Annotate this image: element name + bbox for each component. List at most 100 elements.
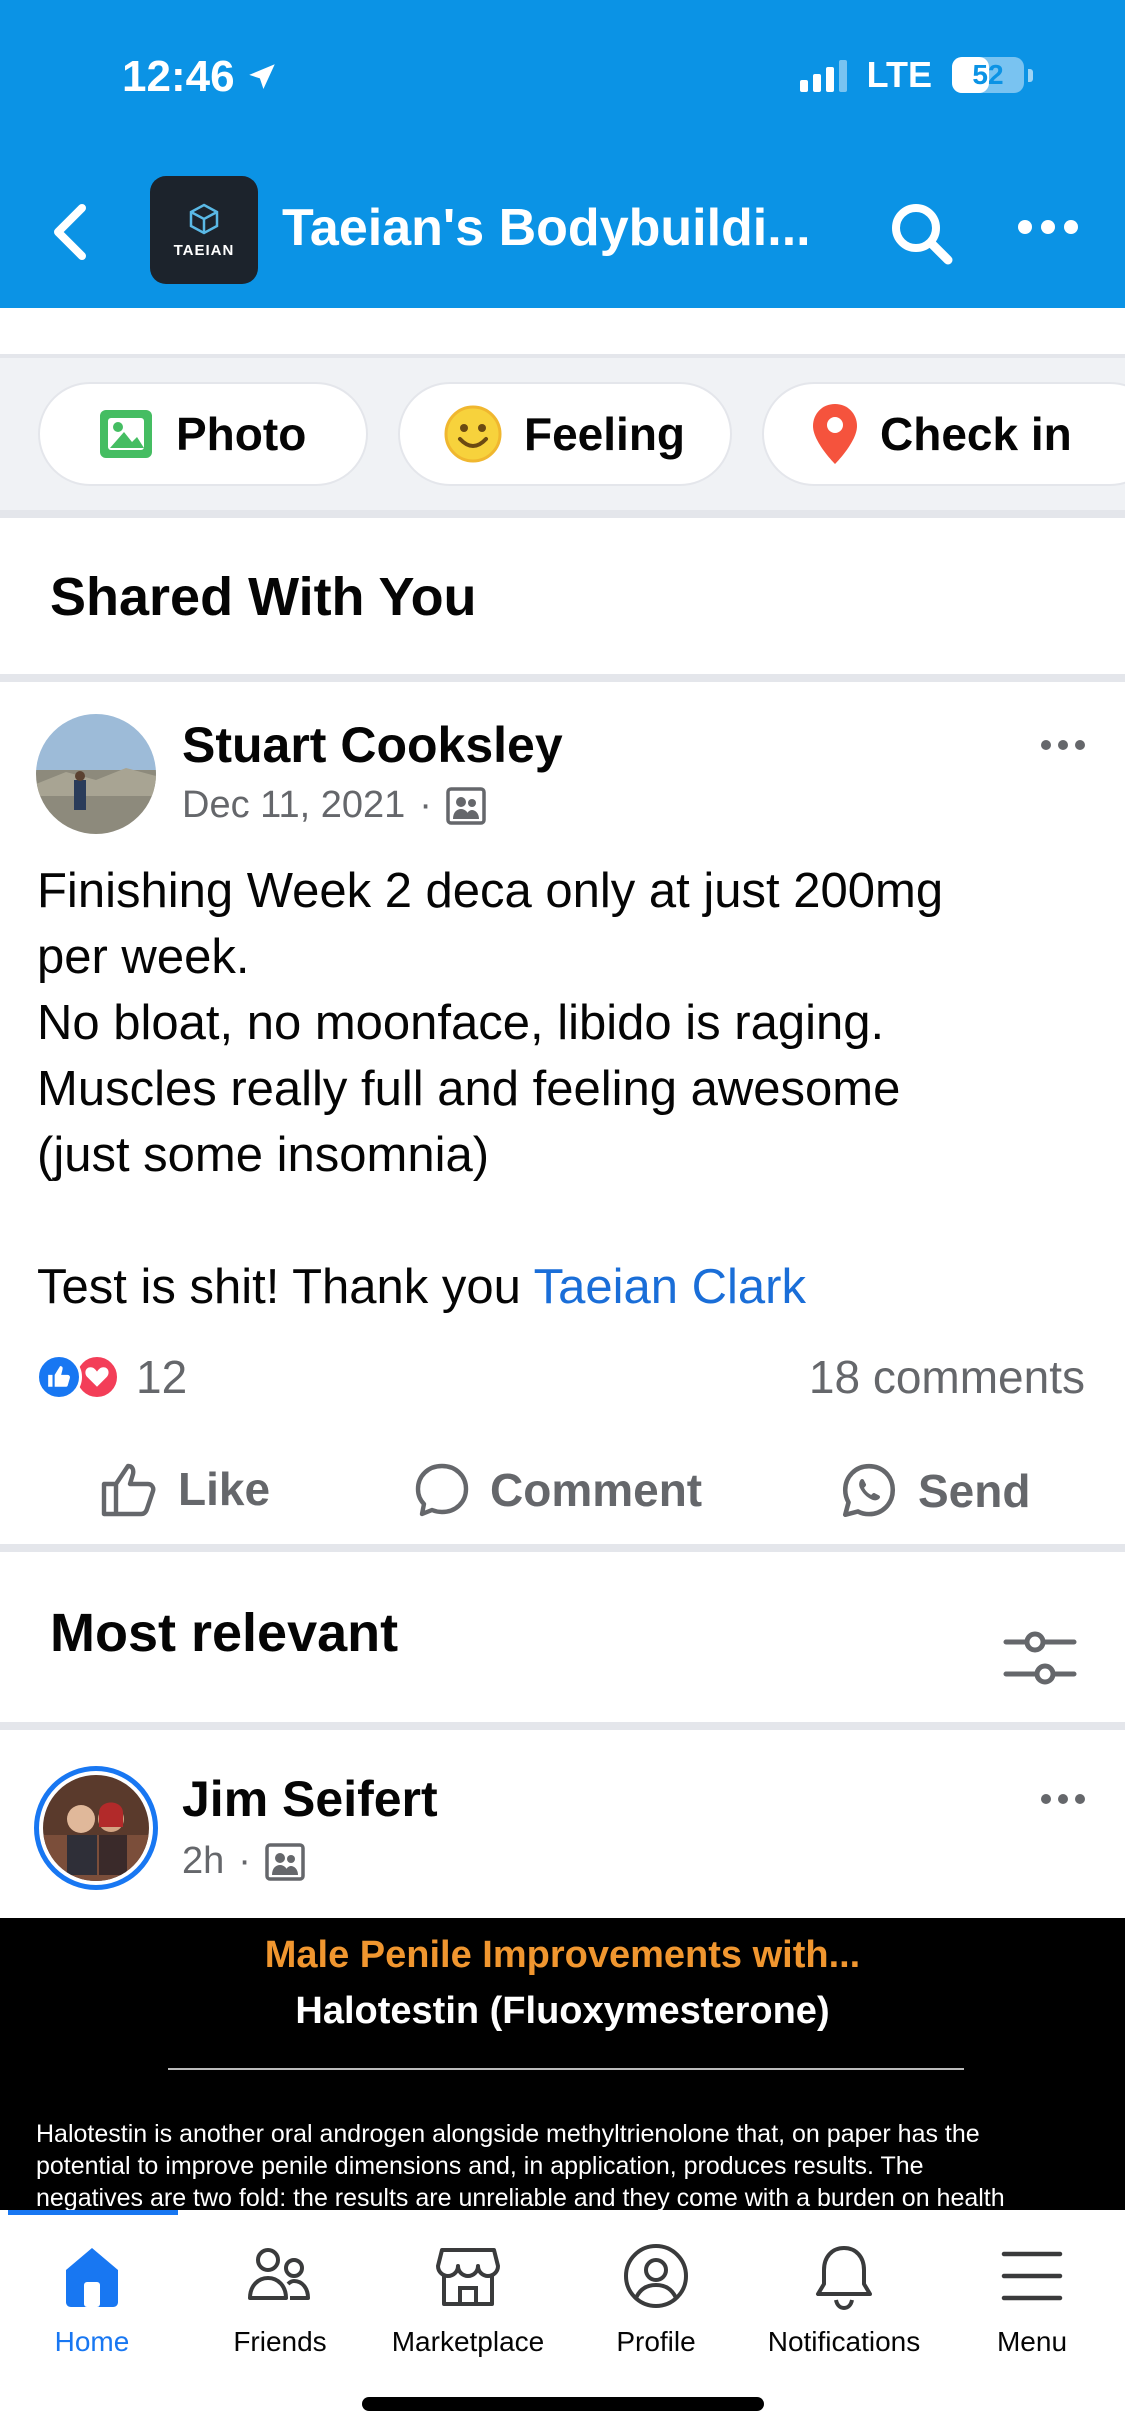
status-time: 12:46: [122, 52, 279, 102]
post-line: Muscles really full and feeling awesome: [37, 1062, 901, 1116]
group-logo-text: TAEIAN: [173, 241, 235, 259]
avatar[interactable]: [34, 1766, 158, 1890]
image-text-line: potential to improve penile dimensions a…: [36, 2152, 924, 2180]
group-logo[interactable]: TAEIAN: [150, 176, 258, 284]
tab-label: Notifications: [767, 2326, 921, 2357]
like-button[interactable]: Like: [100, 1460, 270, 1518]
attached-image[interactable]: Male Penile Improvements with... Halotes…: [0, 1918, 1125, 2210]
send-button[interactable]: Send: [838, 1460, 1030, 1522]
tab-notifications[interactable]: Notifications: [750, 2240, 938, 2358]
post-line: No bloat, no moonface, libido is raging.: [37, 996, 885, 1050]
feeling-label: Feeling: [524, 408, 686, 460]
home-icon: [66, 2248, 118, 2307]
tab-label: Friends: [233, 2326, 327, 2357]
reactions-summary[interactable]: 12: [36, 1350, 187, 1404]
comment-author[interactable]: Jim Seifert: [182, 1770, 438, 1828]
like-reaction-icon: [36, 1354, 82, 1400]
tab-menu[interactable]: Menu: [938, 2240, 1125, 2358]
comments-sort-title[interactable]: Most relevant: [50, 1602, 398, 1664]
comment-time[interactable]: 2h: [182, 1840, 224, 1883]
group-audience-icon: [446, 786, 486, 825]
hamburger-menu-icon: [1001, 2251, 1063, 2301]
network-label: LTE: [866, 54, 932, 95]
tab-marketplace[interactable]: Marketplace: [374, 2240, 562, 2358]
post-date[interactable]: Dec 11, 2021: [182, 784, 405, 827]
comments-count[interactable]: 18 comments: [809, 1350, 1085, 1404]
photo-icon: [100, 410, 152, 458]
tab-label: Menu: [996, 2326, 1068, 2357]
clock-text: 12:46: [122, 52, 235, 101]
comment-bubble-icon: [415, 1463, 469, 1517]
profile-icon: [624, 2244, 688, 2308]
comment-button[interactable]: Comment: [412, 1460, 702, 1520]
status-indicators: LTE 52: [799, 54, 1033, 96]
image-heading: Male Penile Improvements with...: [264, 1934, 861, 1976]
active-tab-indicator: [8, 2210, 178, 2215]
avatar-photo: [43, 1775, 149, 1881]
thumbs-up-icon: [101, 1463, 156, 1517]
bell-icon: [816, 2246, 872, 2311]
divider: [0, 674, 1125, 682]
photo-label: Photo: [176, 408, 307, 460]
divider: [0, 1722, 1125, 1730]
post-line-prefix: Test is shit! Thank you: [37, 1260, 534, 1314]
whatsapp-icon: [842, 1463, 896, 1518]
divider: [0, 510, 1125, 518]
post-line: per week.: [37, 930, 250, 984]
group-title[interactable]: Taeian's Bodybuildi...: [282, 198, 811, 258]
home-indicator[interactable]: [362, 2397, 764, 2411]
shared-section-title: Shared With You: [50, 567, 477, 627]
post-author[interactable]: Stuart Cooksley: [182, 716, 563, 774]
divider: [0, 1544, 1125, 1552]
image-body-text: Halotestin is another oral androgen alon…: [36, 2118, 1096, 2210]
post-more-icon[interactable]: [1041, 740, 1085, 750]
tab-label: Marketplace: [391, 2326, 545, 2357]
signal-icon: [799, 58, 847, 92]
like-label: Like: [178, 1463, 271, 1515]
comment-meta: 2h ·: [182, 1840, 305, 1883]
feeling-button[interactable]: Feeling: [398, 382, 732, 486]
tab-home[interactable]: Home: [0, 2240, 186, 2358]
avatar[interactable]: [36, 714, 156, 834]
meta-separator: ·: [419, 784, 432, 826]
image-subheading: Halotestin (Fluoxymesterone): [295, 1990, 830, 2032]
filter-sliders-icon[interactable]: [1002, 1630, 1078, 1686]
group-audience-icon: [265, 1842, 305, 1881]
search-icon[interactable]: [886, 198, 956, 268]
image-text-line: negatives are two fold: the results are …: [36, 2184, 1005, 2210]
previous-content-sliver: [0, 308, 1125, 354]
comment-label: Comment: [490, 1464, 703, 1516]
tab-label: Home: [54, 2326, 130, 2357]
battery-icon: 52: [952, 57, 1024, 93]
back-arrow-icon[interactable]: [46, 200, 96, 264]
avatar-photo: [36, 714, 156, 834]
cube-logo-icon: [189, 203, 219, 234]
battery-level: 52: [972, 59, 1004, 90]
image-divider: [168, 2068, 964, 2070]
location-pin-icon: [813, 404, 857, 464]
post-line: Finishing Week 2 deca only at just 200mg: [37, 864, 944, 918]
image-text-line: Halotestin is another oral androgen alon…: [36, 2120, 980, 2148]
tab-profile[interactable]: Profile: [562, 2240, 750, 2358]
comment-more-icon[interactable]: [1041, 1794, 1085, 1804]
tab-label: Profile: [616, 2326, 696, 2357]
marketplace-storefront-icon: [436, 2248, 500, 2306]
friends-icon: [248, 2248, 310, 2300]
checkin-label: Check in: [880, 408, 1072, 460]
post-line: (just some insomnia): [37, 1128, 490, 1182]
comment-card: [0, 1730, 1125, 1918]
tab-friends[interactable]: Friends: [186, 2240, 374, 2358]
send-label: Send: [918, 1465, 1031, 1517]
photo-button[interactable]: Photo: [38, 382, 368, 486]
post-text: Finishing Week 2 deca only at just 200mg…: [37, 858, 1097, 1320]
mention-link[interactable]: Taeian Clark: [534, 1260, 806, 1314]
reaction-count: 12: [136, 1351, 188, 1403]
smiley-icon: [444, 405, 502, 463]
top-bar: 12:46 LTE 52 TAEIAN Taeian's Bodybuildi.…: [0, 0, 1125, 308]
post-meta: Dec 11, 2021 ·: [182, 784, 486, 827]
location-arrow-icon: [248, 64, 275, 90]
checkin-button[interactable]: Check in: [762, 382, 1125, 486]
meta-separator: ·: [238, 1840, 251, 1882]
post-line: Test is shit! Thank you Taeian Clark: [37, 1254, 1097, 1320]
more-options-icon[interactable]: [1018, 220, 1078, 234]
